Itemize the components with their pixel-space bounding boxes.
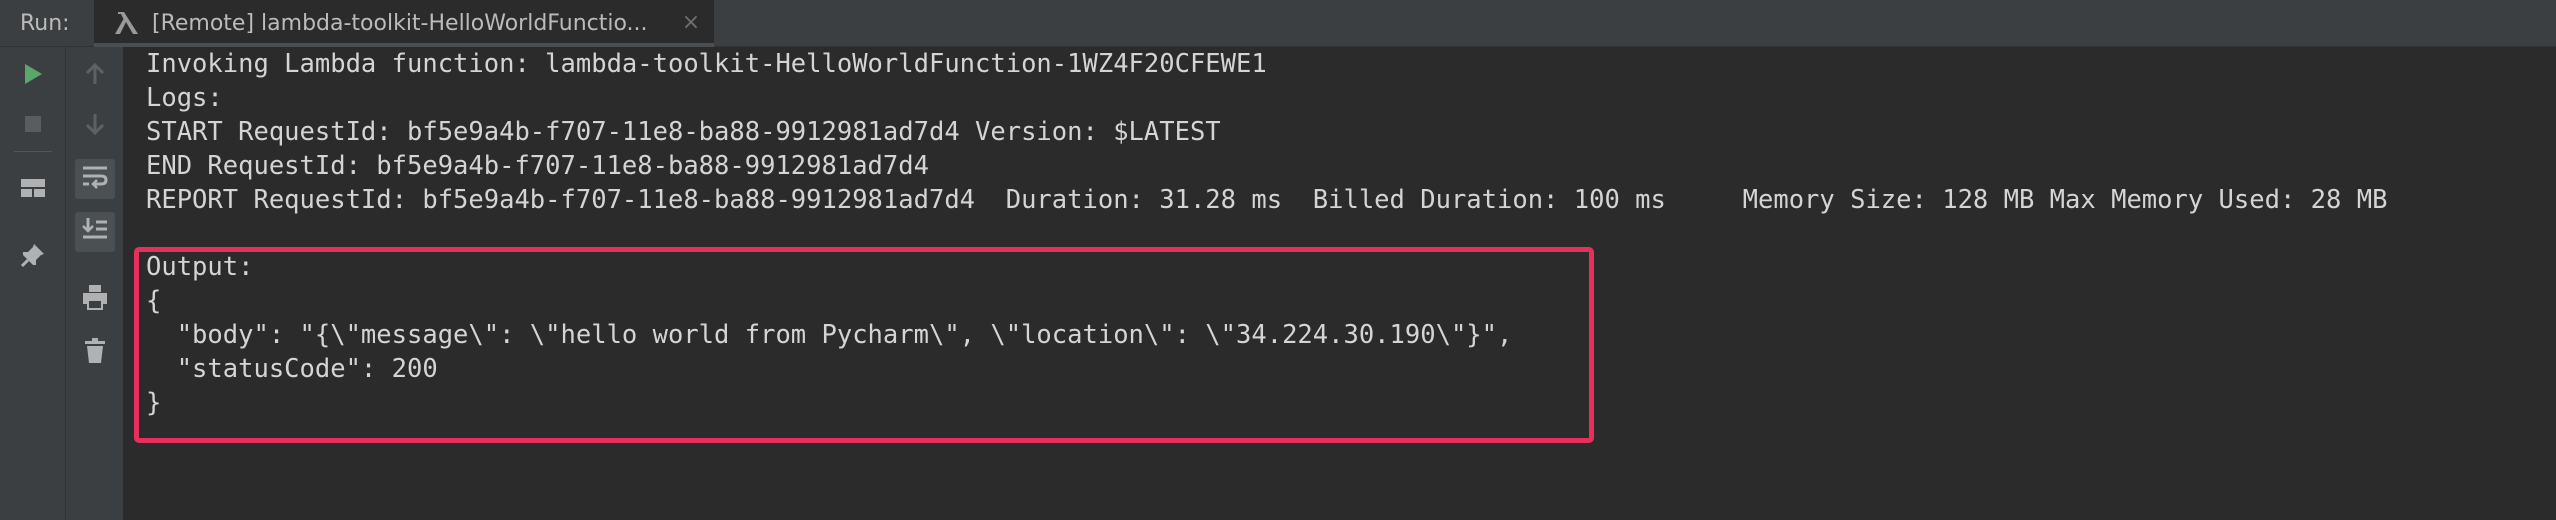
console-line-json-status: "statusCode": 200 (146, 354, 438, 384)
layout-button[interactable] (13, 170, 53, 210)
run-icon (22, 62, 44, 90)
close-icon[interactable]: × (680, 12, 702, 34)
run-configuration-tab[interactable]: [Remote] lambda-toolkit-HelloWorldFuncti… (94, 0, 714, 47)
console-line-start: START RequestId: bf5e9a4b-f707-11e8-ba88… (146, 117, 1221, 147)
run-toolbar-secondary (66, 47, 124, 520)
stop-icon (22, 113, 44, 139)
layout-icon (20, 177, 46, 203)
run-tool-window: Run: [Remote] lambda-toolkit-HelloWorldF… (0, 0, 2556, 520)
console-line-report: REPORT RequestId: bf5e9a4b-f707-11e8-ba8… (146, 185, 2388, 215)
soft-wrap-icon (81, 164, 109, 194)
tab-title: [Remote] lambda-toolkit-HelloWorldFuncti… (152, 11, 648, 36)
run-tab-bar: Run: [Remote] lambda-toolkit-HelloWorldF… (0, 0, 2556, 47)
console-line-json-body: "body": "{\"message\": \"hello world fro… (146, 320, 1513, 350)
scroll-to-end-button[interactable] (75, 212, 115, 252)
console-line-invoke: Invoking Lambda function: lambda-toolkit… (146, 49, 1267, 79)
console-line-json-close: } (146, 388, 162, 418)
run-label: Run: (20, 11, 70, 36)
print-icon (81, 283, 109, 315)
trash-icon (83, 337, 107, 369)
lambda-icon (112, 8, 144, 38)
rerun-button[interactable] (13, 56, 53, 96)
scroll-to-end-icon (81, 216, 109, 248)
console-line-logs: Logs: (146, 83, 223, 113)
down-arrow-icon (84, 112, 106, 140)
soft-wrap-button[interactable] (75, 159, 115, 199)
print-button[interactable] (75, 279, 115, 319)
stop-button[interactable] (13, 106, 53, 146)
previous-occurrence-button[interactable] (75, 56, 115, 96)
next-occurrence-button[interactable] (75, 106, 115, 146)
pin-icon (20, 242, 46, 272)
run-toolbar-primary (0, 47, 66, 520)
console-output[interactable]: Invoking Lambda function: lambda-toolkit… (124, 47, 2556, 520)
console-line-json-open: { (146, 286, 162, 316)
up-arrow-icon (84, 62, 106, 90)
console-line-output-label: Output: (146, 252, 254, 282)
console-line-end: END RequestId: bf5e9a4b-f707-11e8-ba88-9… (146, 151, 929, 181)
pin-tab-button[interactable] (13, 237, 53, 277)
clear-all-button[interactable] (75, 333, 115, 373)
